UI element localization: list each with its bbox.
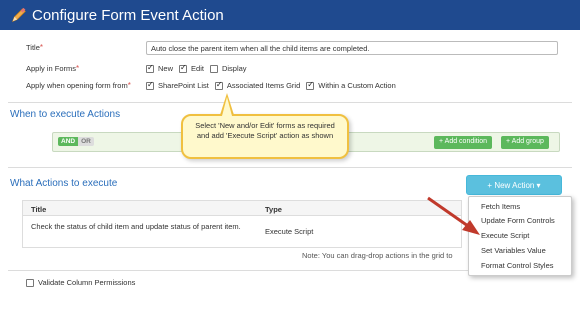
callout-pointer-fill — [222, 97, 232, 116]
column-type: Type — [265, 205, 282, 214]
validate-permissions-row[interactable]: Validate Column Permissions — [26, 278, 135, 287]
checkbox-box[interactable] — [146, 63, 154, 73]
menu-item-set-variables-value[interactable]: Set Variables Value — [481, 246, 546, 255]
drag-drop-note: Note: You can drag-drop actions in the g… — [302, 251, 453, 260]
checkbox-box[interactable] — [179, 63, 188, 73]
or-toggle[interactable]: OR — [78, 137, 94, 146]
and-toggle[interactable]: AND — [58, 137, 79, 146]
checkbox-new[interactable]: New — [146, 63, 173, 73]
dialog-header: Configure Form Event Action — [0, 0, 580, 30]
what-heading: What Actions to execute — [10, 178, 118, 189]
checkbox-box[interactable] — [306, 80, 315, 90]
apply-opening-options: SharePoint List Associated Items Grid Wi… — [146, 80, 402, 90]
dialog-title: Configure Form Event Action — [32, 6, 224, 24]
validate-permissions-label: Validate Column Permissions — [38, 278, 136, 287]
pencil-icon — [12, 7, 26, 22]
checkbox-edit[interactable]: Edit — [179, 63, 204, 73]
divider — [8, 102, 572, 103]
instruction-callout: Select 'New and/or Edit' forms as requir… — [181, 114, 349, 159]
table-header: Title Type — [22, 200, 462, 216]
row-title: Check the status of child item and updat… — [31, 222, 241, 231]
checkbox-custom-action[interactable]: Within a Custom Action — [306, 80, 396, 90]
menu-item-execute-script[interactable]: Execute Script — [481, 231, 529, 240]
apply-forms-row: Apply in Forms * — [26, 64, 80, 73]
new-action-button[interactable]: + New Action ▾ — [466, 175, 562, 195]
divider — [8, 167, 572, 168]
row-type: Execute Script — [265, 227, 314, 236]
checkbox-box[interactable] — [209, 64, 218, 73]
apply-forms-options: New Edit Display — [146, 63, 253, 73]
menu-item-format-control-styles[interactable]: Format Control Styles — [481, 261, 554, 270]
checkbox-sharepoint-list[interactable]: SharePoint List — [146, 80, 209, 90]
add-condition-button[interactable]: + Add condition — [434, 136, 493, 149]
menu-item-fetch-items[interactable]: Fetch Items — [481, 202, 520, 211]
table-row[interactable]: Check the status of child item and updat… — [22, 216, 462, 248]
new-action-menu: Fetch Items Update Form Controls Execute… — [468, 196, 572, 276]
column-title: Title — [31, 205, 47, 214]
checkbox-validate-permissions[interactable] — [26, 278, 34, 287]
menu-item-update-form-controls[interactable]: Update Form Controls — [481, 216, 555, 225]
checkbox-box[interactable] — [214, 80, 223, 90]
checkbox-box[interactable] — [146, 80, 154, 90]
apply-opening-label: Apply when opening form from — [26, 81, 128, 90]
and-or-toggle[interactable]: AND OR — [58, 137, 94, 146]
title-row: Title * — [26, 43, 44, 52]
checkbox-display[interactable]: Display — [209, 64, 247, 73]
when-heading: When to execute Actions — [10, 109, 121, 120]
title-label: Title — [26, 43, 40, 52]
title-input[interactable]: Auto close the parent item when all the … — [146, 41, 558, 55]
add-group-button[interactable]: + Add group — [501, 136, 549, 149]
actions-table: Title Type Check the status of child ite… — [22, 200, 462, 248]
checkbox-associated-grid[interactable]: Associated Items Grid — [214, 80, 300, 90]
apply-forms-label: Apply in Forms — [26, 64, 77, 73]
apply-opening-row: Apply when opening form from * — [26, 81, 131, 90]
